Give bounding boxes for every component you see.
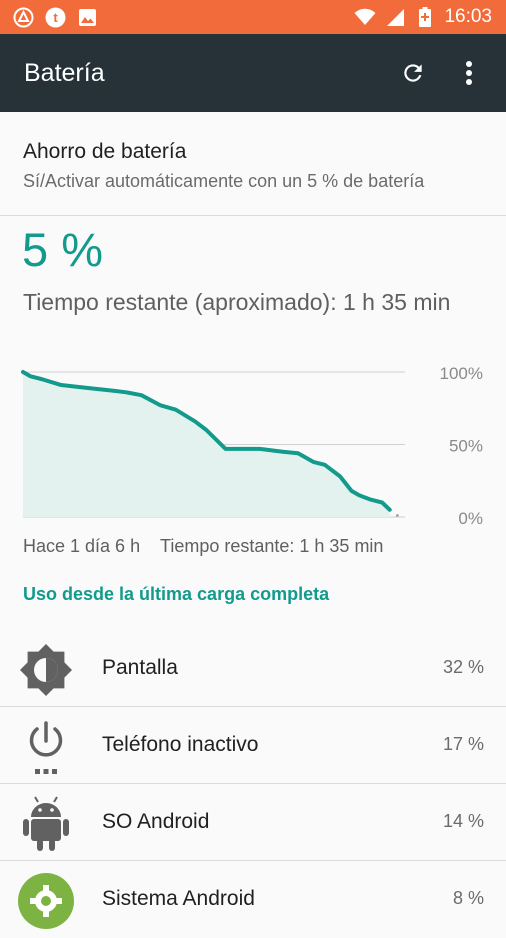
list-item-android-os[interactable]: SO Android 14 % [0, 784, 506, 861]
t-notification-icon: t [44, 6, 66, 28]
list-item-phone-idle[interactable]: Teléfono inactivo 17 % [0, 707, 506, 784]
list-item-percent: 14 % [442, 811, 484, 831]
battery-history-chart[interactable]: 100% 50% 0% [0, 355, 506, 530]
battery-saver-title: Ahorro de batería [23, 140, 187, 163]
history-start-label: Hace 1 día 6 h [23, 536, 141, 556]
list-item-label: Pantalla [102, 656, 178, 679]
chart-tick-label: 50% [449, 437, 483, 456]
svg-text:t: t [53, 10, 58, 25]
chart-tick-label: 100% [440, 364, 483, 383]
power-idle-icon [18, 719, 74, 775]
divider [0, 215, 506, 216]
status-time: 16:03 [444, 6, 492, 27]
app-bar: Batería [0, 34, 506, 112]
chart-projection-point [395, 514, 399, 518]
list-item-label: SO Android [102, 810, 210, 833]
list-item-label: Teléfono inactivo [102, 733, 259, 756]
android-icon [18, 796, 74, 852]
brightness-icon [18, 642, 74, 698]
battery-saver-summary: Sí/Activar automáticamente con un 5 % de… [23, 171, 425, 191]
battery-saver-setting[interactable]: Ahorro de batería Sí/Activar automáticam… [0, 112, 506, 215]
list-item-percent: 32 % [442, 657, 484, 677]
list-item-percent: 17 % [442, 734, 484, 754]
status-bar: t 16:03 [0, 0, 506, 34]
page-title: Batería [24, 58, 105, 87]
more-vert-icon[interactable] [454, 58, 484, 88]
wifi-icon [354, 6, 376, 28]
chart-tick-label: 0% [458, 509, 483, 528]
image-icon [76, 6, 98, 28]
app-notification-icon [12, 6, 34, 28]
list-item-label: Sistema Android [102, 887, 255, 910]
usage-section-header: Uso desde la última carga completa [23, 584, 330, 604]
settings-gear-icon [18, 873, 74, 929]
list-item-screen[interactable]: Pantalla 32 % [0, 630, 506, 707]
signal-icon [384, 6, 406, 28]
battery-level: 5 % [22, 223, 103, 276]
time-remaining: Tiempo restante (aproximado): 1 h 35 min [23, 289, 451, 315]
refresh-icon[interactable] [398, 58, 428, 88]
list-item-percent: 8 % [452, 888, 484, 908]
battery-alert-icon [414, 6, 436, 28]
history-remaining-label: Tiempo restante: 1 h 35 min [160, 536, 384, 556]
